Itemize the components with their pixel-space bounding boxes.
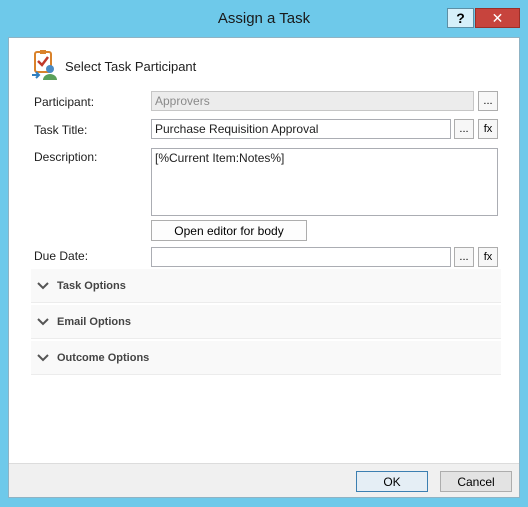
description-label: Description:	[34, 150, 98, 164]
open-editor-button[interactable]: Open editor for body	[151, 220, 307, 241]
title-bar[interactable]: Assign a Task ? ✕	[0, 0, 528, 36]
task-title-fx-button[interactable]: fx	[478, 119, 498, 139]
task-title-label: Task Title:	[34, 123, 88, 137]
cancel-button[interactable]: Cancel	[440, 471, 512, 492]
email-options-section[interactable]: Email Options	[31, 305, 501, 339]
section-heading: Select Task Participant	[65, 59, 197, 74]
due-date-browse-button[interactable]: ...	[454, 247, 474, 267]
participant-browse-button[interactable]: ...	[478, 91, 498, 111]
chevron-down-icon	[37, 353, 53, 362]
ok-button[interactable]: OK	[356, 471, 428, 492]
task-title-browse-button[interactable]: ...	[454, 119, 474, 139]
outcome-options-section[interactable]: Outcome Options	[31, 341, 501, 375]
task-options-section[interactable]: Task Options	[31, 269, 501, 303]
due-date-field[interactable]	[151, 247, 451, 267]
participant-label: Participant:	[34, 95, 95, 109]
close-icon: ✕	[491, 9, 504, 26]
description-field[interactable]: [%Current Item:Notes%]	[151, 148, 498, 216]
dialog-body: Select Task Participant Participant: App…	[8, 37, 520, 498]
due-date-label: Due Date:	[34, 249, 89, 263]
task-options-title: Task Options	[57, 279, 126, 292]
close-button[interactable]: ✕	[475, 8, 520, 28]
help-button[interactable]: ?	[447, 8, 474, 28]
email-options-title: Email Options	[57, 315, 131, 328]
chevron-down-icon	[37, 317, 53, 326]
outcome-options-title: Outcome Options	[57, 351, 150, 364]
help-icon: ?	[456, 10, 465, 26]
assign-task-dialog: Assign a Task ? ✕ Select Task Participan…	[0, 0, 528, 507]
due-date-fx-button[interactable]: fx	[478, 247, 498, 267]
chevron-down-icon	[37, 281, 53, 290]
task-title-field[interactable]: Purchase Requisition Approval	[151, 119, 451, 139]
task-participant-icon	[32, 50, 57, 80]
dialog-footer: OK Cancel	[9, 463, 519, 497]
participant-field: Approvers	[151, 91, 474, 111]
